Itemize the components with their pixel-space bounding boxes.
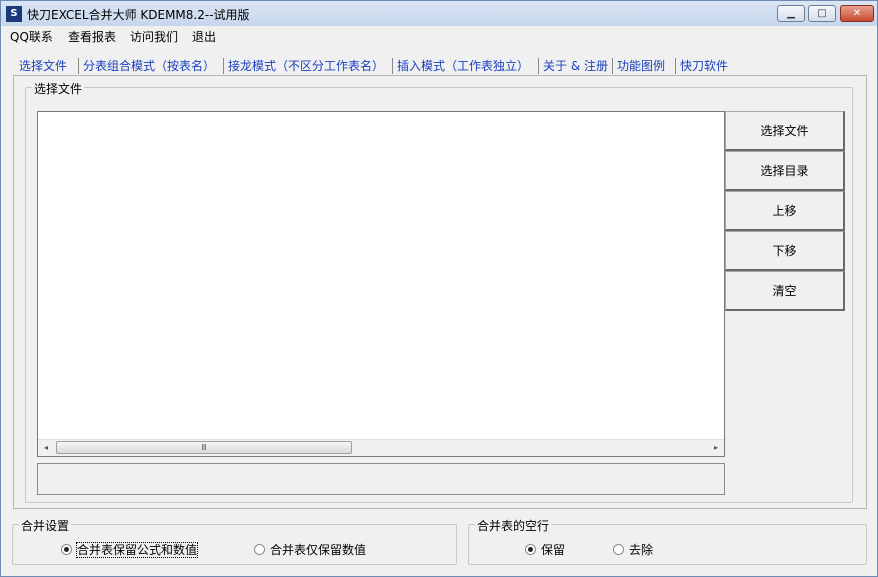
file-list[interactable]: ◂ Ⅲ ▸ (37, 111, 725, 457)
close-button[interactable]: ✕ (840, 5, 874, 22)
radio-keep-blank-label: 保留 (541, 543, 566, 557)
menu-bar: QQ联系 查看报表 访问我们 退出 (1, 26, 877, 45)
select-directory-button[interactable]: 选择目录 (725, 151, 845, 191)
radio-keep-formulas[interactable]: 合并表保留公式和数值 (61, 541, 199, 558)
file-group-label: 选择文件 (32, 80, 85, 97)
merge-settings-label: 合并设置 (19, 517, 72, 534)
status-box (37, 463, 725, 495)
scroll-right-icon[interactable]: ▸ (708, 440, 724, 456)
menu-visit-us[interactable]: 访问我们 (130, 28, 178, 45)
app-window: S 快刀EXCEL合并大师 KDEMM8.2--试用版 ▁ □ ✕ QQ联系 查… (0, 0, 878, 577)
radio-values-only-label: 合并表仅保留数值 (270, 543, 367, 557)
radio-button-selected[interactable] (525, 544, 536, 555)
radio-button-selected[interactable] (61, 544, 72, 555)
tab-panel-select-files: 选择文件 ◂ Ⅲ ▸ 选择文件 选择目录 上移 下移 清空 (13, 75, 867, 509)
tab-about-register[interactable]: 关于 & 注册 (538, 56, 612, 76)
tab-group-mode[interactable]: 分表组合模式（按表名） (77, 56, 219, 76)
radio-keep-blank[interactable]: 保留 (525, 541, 565, 558)
menu-exit[interactable]: 退出 (192, 28, 216, 45)
radio-button[interactable] (254, 544, 265, 555)
horizontal-scrollbar[interactable]: ◂ Ⅲ ▸ (38, 439, 724, 456)
tab-chain-mode[interactable]: 接龙模式（不区分工作表名） (222, 56, 388, 76)
move-up-button[interactable]: 上移 (725, 191, 845, 231)
close-icon: ✕ (852, 8, 862, 19)
scroll-grip-icon: Ⅲ (201, 443, 207, 452)
radio-remove-blank[interactable]: 去除 (613, 541, 653, 558)
tab-insert-mode[interactable]: 插入模式（工作表独立） (391, 56, 533, 76)
radio-button[interactable] (613, 544, 624, 555)
select-files-button[interactable]: 选择文件 (725, 111, 845, 151)
maximize-icon: □ (817, 8, 827, 19)
maximize-button[interactable]: □ (808, 5, 836, 22)
move-down-button[interactable]: 下移 (725, 231, 845, 271)
tab-feature-legend[interactable]: 功能图例 (611, 56, 669, 76)
title-bar[interactable]: S 快刀EXCEL合并大师 KDEMM8.2--试用版 ▁ □ ✕ (1, 1, 877, 26)
tab-kuaidao-software[interactable]: 快刀软件 (674, 56, 732, 76)
scroll-left-icon[interactable]: ◂ (38, 440, 54, 456)
app-icon[interactable]: S (6, 6, 22, 22)
minimize-icon: ▁ (787, 8, 795, 19)
menu-view-report[interactable]: 查看报表 (68, 28, 116, 45)
tab-select-files[interactable]: 选择文件 (15, 56, 71, 76)
scroll-thumb[interactable]: Ⅲ (56, 441, 352, 454)
radio-keep-formulas-label: 合并表保留公式和数值 (75, 542, 199, 558)
radio-values-only[interactable]: 合并表仅保留数值 (254, 541, 366, 558)
minimize-button[interactable]: ▁ (777, 5, 805, 22)
radio-remove-blank-label: 去除 (629, 543, 654, 557)
clear-button[interactable]: 清空 (725, 271, 845, 311)
menu-qq-contact[interactable]: QQ联系 (10, 28, 53, 45)
window-title: 快刀EXCEL合并大师 KDEMM8.2--试用版 (27, 8, 250, 22)
blank-rows-label: 合并表的空行 (475, 517, 552, 534)
